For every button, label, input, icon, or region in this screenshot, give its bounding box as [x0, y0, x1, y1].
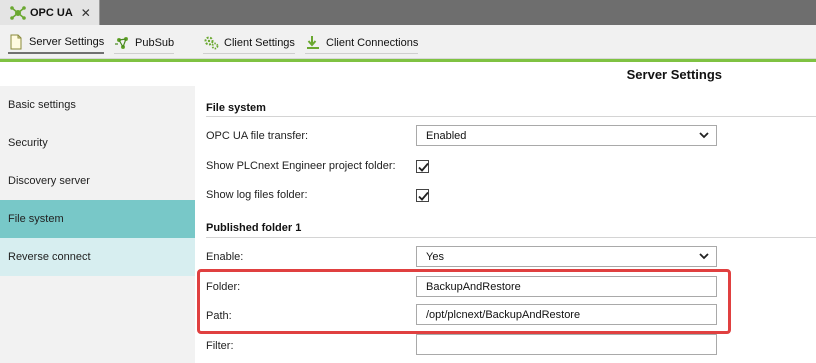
opcua-network-icon — [10, 5, 26, 21]
section-divider — [206, 237, 816, 238]
sidebar-item-discovery-server[interactable]: Discovery server — [0, 162, 195, 200]
server-settings-button[interactable]: Server Settings — [8, 32, 105, 54]
chevron-down-icon — [698, 129, 710, 141]
enable-value: Yes — [426, 250, 444, 263]
gears-icon — [203, 35, 219, 51]
client-connections-button[interactable]: Client Connections — [305, 32, 419, 54]
document-icon — [8, 34, 24, 50]
opcua-file-transfer-label: OPC UA file transfer: — [206, 130, 309, 142]
sidebar-item-security[interactable]: Security — [0, 124, 195, 162]
tab-bar: OPC UA ✕ — [0, 0, 816, 25]
section-divider — [206, 116, 816, 117]
folder-input[interactable] — [416, 276, 717, 297]
toolbar: Server Settings PubSub Client Settings C… — [0, 25, 816, 59]
enable-label: Enable: — [206, 251, 244, 263]
page-title: Server Settings — [626, 67, 722, 82]
chevron-down-icon — [698, 250, 710, 262]
pubsub-button[interactable]: PubSub — [114, 32, 175, 54]
sidebar-nav: Basic settings Security Discovery server… — [0, 86, 195, 363]
client-settings-button[interactable]: Client Settings — [203, 32, 295, 54]
server-settings-label: Server Settings — [29, 36, 105, 48]
accent-divider — [0, 59, 816, 62]
pubsub-icon — [114, 35, 130, 51]
folder-label: Folder: — [206, 281, 241, 293]
checkmark-icon — [418, 191, 429, 201]
sidebar-item-reverse-connect[interactable]: Reverse connect — [0, 238, 195, 276]
path-input[interactable] — [416, 304, 717, 325]
download-arrow-icon — [305, 35, 321, 51]
opcua-file-transfer-select[interactable]: Enabled — [416, 125, 717, 146]
tab-opcua[interactable]: OPC UA ✕ — [0, 0, 100, 25]
client-connections-label: Client Connections — [326, 36, 419, 49]
tab-label: OPC UA — [30, 6, 73, 19]
section-heading-published-folder: Published folder 1 — [206, 222, 302, 234]
sidebar-item-basic-settings[interactable]: Basic settings — [0, 86, 195, 124]
pubsub-label: PubSub — [135, 36, 175, 49]
client-settings-label: Client Settings — [224, 36, 295, 49]
close-icon[interactable]: ✕ — [81, 6, 91, 20]
enable-select[interactable]: Yes — [416, 246, 717, 267]
show-engineer-folder-checkbox[interactable] — [416, 160, 429, 173]
opcua-file-transfer-value: Enabled — [426, 129, 467, 142]
sidebar-item-file-system[interactable]: File system — [0, 200, 195, 238]
path-label: Path: — [206, 310, 232, 322]
filter-input[interactable] — [416, 334, 717, 355]
filter-label: Filter: — [206, 340, 234, 352]
show-log-folder-checkbox[interactable] — [416, 189, 429, 202]
show-log-folder-label: Show log files folder: — [206, 189, 308, 201]
section-heading-file-system: File system — [206, 102, 266, 114]
show-engineer-folder-label: Show PLCnext Engineer project folder: — [206, 160, 396, 172]
checkmark-icon — [418, 162, 429, 172]
